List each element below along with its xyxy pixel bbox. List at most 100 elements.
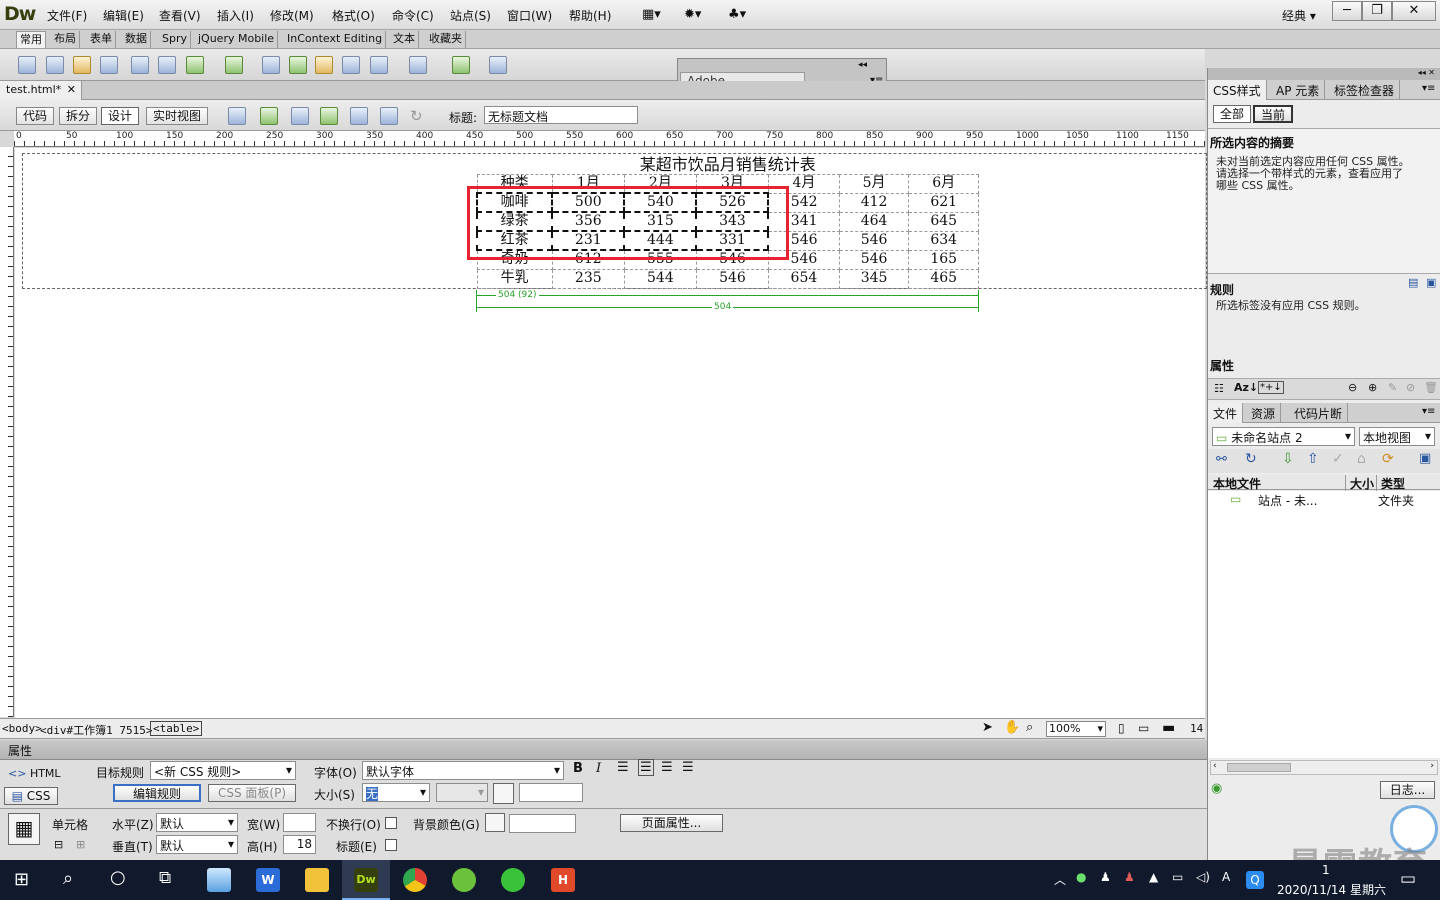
- hyperlink-icon[interactable]: [18, 56, 36, 74]
- sync-icon[interactable]: ⟳: [1382, 451, 1394, 467]
- page-properties-button[interactable]: 页面属性...: [620, 814, 723, 832]
- tab-text[interactable]: 文本: [390, 31, 419, 48]
- doc-tab-test[interactable]: test.html* ✕: [0, 81, 82, 100]
- head-icon[interactable]: [370, 56, 388, 74]
- split-cell-icon[interactable]: ⊞: [76, 838, 85, 851]
- network-icon[interactable]: ▭: [1172, 870, 1183, 884]
- cortana-icon[interactable]: ○: [110, 867, 126, 888]
- clock-date[interactable]: 2020/11/14 星期六: [1277, 881, 1386, 898]
- live-view-button[interactable]: 实时视图: [146, 107, 209, 125]
- tag-div[interactable]: <div#工作簿1 7515>: [40, 722, 152, 738]
- tray-chevron-icon[interactable]: ︿: [1054, 871, 1066, 888]
- tab-assets[interactable]: 资源: [1246, 403, 1282, 423]
- search-icon[interactable]: ⌕: [63, 868, 73, 889]
- wechat-app-icon[interactable]: [501, 868, 525, 892]
- workspace-switcher[interactable]: 经典 ▾: [1282, 7, 1316, 24]
- wps-app-icon[interactable]: W: [256, 868, 280, 892]
- connect-icon[interactable]: ⚯: [1216, 452, 1227, 467]
- font-select[interactable]: 默认字体 ▾: [362, 761, 564, 780]
- bold-icon[interactable]: B: [573, 761, 583, 776]
- notepad-app-icon[interactable]: [207, 868, 231, 892]
- server-include-icon[interactable]: [315, 56, 333, 74]
- tab-common[interactable]: 常用: [16, 31, 46, 48]
- horizontal-select[interactable]: 默认 ▾: [156, 813, 238, 832]
- align-center-icon[interactable]: ☰: [638, 759, 654, 776]
- vertical-select[interactable]: 默认 ▾: [156, 835, 238, 854]
- email-link-icon[interactable]: [46, 56, 64, 74]
- log-button[interactable]: 日志...: [1380, 781, 1435, 799]
- div-icon[interactable]: [158, 56, 176, 74]
- html-mode-button[interactable]: <> HTML: [8, 767, 61, 780]
- chrome-app-icon[interactable]: [403, 868, 427, 892]
- bg-color-input[interactable]: [509, 814, 576, 833]
- widget-icon[interactable]: [262, 56, 280, 74]
- tab-forms[interactable]: 表单: [87, 31, 116, 48]
- table-cell[interactable]: 634: [908, 230, 979, 251]
- hr-icon[interactable]: [100, 56, 118, 74]
- split-view-button[interactable]: 拆分: [59, 107, 98, 125]
- title-input[interactable]: 无标题文档: [484, 106, 638, 124]
- justify-icon[interactable]: ☰: [682, 760, 694, 775]
- show-info-icon[interactable]: ▤: [1408, 276, 1418, 289]
- sort-az-icon[interactable]: Az↓: [1234, 381, 1258, 394]
- tag-table[interactable]: <table>: [150, 721, 203, 736]
- menu-help[interactable]: 帮助(H): [569, 7, 611, 24]
- table-icon[interactable]: [131, 56, 149, 74]
- all-mode-button[interactable]: 全部: [1213, 105, 1251, 123]
- code-view-button[interactable]: 代码: [16, 107, 55, 125]
- desktop-size-icon[interactable]: ▬: [1162, 720, 1175, 736]
- height-input[interactable]: 18: [283, 835, 316, 854]
- qq-browser-icon[interactable]: Q: [1246, 871, 1264, 889]
- windows-start-icon[interactable]: ⊞: [14, 869, 29, 890]
- dreamweaver-taskbar-active[interactable]: Dw: [342, 860, 390, 900]
- tab-spry[interactable]: Spry: [159, 31, 191, 48]
- tab-tag-inspector[interactable]: 标签检查器: [1329, 80, 1401, 100]
- tab-data[interactable]: 数据: [122, 31, 151, 48]
- visual-aids-icon[interactable]: [350, 107, 368, 125]
- tag-body[interactable]: <body>: [2, 722, 42, 735]
- tab-css-styles[interactable]: CSS样式: [1208, 80, 1267, 100]
- table-cell[interactable]: 645: [908, 211, 979, 232]
- col-size[interactable]: 大小: [1345, 475, 1374, 492]
- tab-layout[interactable]: 布局: [51, 31, 80, 48]
- refresh-files-icon[interactable]: ↻: [1245, 451, 1257, 467]
- watermelon-app-icon[interactable]: [452, 868, 476, 892]
- notification-tray-icon[interactable]: ▲: [1149, 870, 1158, 884]
- current-mode-button[interactable]: 当前: [1253, 105, 1293, 123]
- table-cell[interactable]: 465: [908, 268, 979, 289]
- tag-chooser-icon[interactable]: [489, 56, 507, 74]
- table-cell[interactable]: 546: [695, 268, 769, 289]
- italic-icon[interactable]: I: [596, 761, 601, 776]
- volume-icon[interactable]: ◁): [1196, 870, 1210, 884]
- table-cell[interactable]: 546: [838, 249, 910, 270]
- qq2-tray-icon[interactable]: ♟: [1124, 870, 1135, 884]
- tab-snippets[interactable]: 代码片断: [1289, 403, 1349, 423]
- close-button[interactable]: ✕: [1392, 1, 1436, 21]
- merge-cells-icon[interactable]: ⊟: [54, 838, 63, 851]
- table-cell[interactable]: 235: [551, 268, 625, 289]
- view-select[interactable]: 本地视图 ▾: [1359, 427, 1435, 446]
- table-width-label[interactable]: 504: [712, 302, 734, 312]
- text-color-swatch[interactable]: [493, 783, 514, 804]
- file-explorer-icon[interactable]: [305, 868, 329, 892]
- column-width-label[interactable]: 504 (92): [496, 290, 539, 300]
- file-transfer-icon[interactable]: [291, 107, 309, 125]
- file-row[interactable]: ▭ 站点 - 未... 文件夹: [1208, 491, 1440, 508]
- maximize-button[interactable]: ❐: [1362, 1, 1392, 21]
- tablet-size-icon[interactable]: ▭: [1138, 721, 1149, 735]
- hand-tool-icon[interactable]: ✋: [1004, 720, 1020, 735]
- disable-icon[interactable]: ⊘: [1406, 381, 1415, 394]
- multiscreen-icon[interactable]: [228, 107, 246, 125]
- tab-files[interactable]: 文件: [1208, 403, 1244, 423]
- panel-collapse-bar[interactable]: ◂◂ ✕: [1208, 68, 1440, 80]
- table-cell[interactable]: 牛乳: [476, 268, 553, 289]
- table-caption[interactable]: 某超市饮品月销售统计表: [477, 155, 979, 175]
- wechat-tray-icon[interactable]: ●: [1076, 870, 1086, 884]
- w3c-validate-icon[interactable]: [320, 107, 338, 125]
- align-right-icon[interactable]: ☰: [661, 760, 673, 775]
- menu-site[interactable]: 站点(S): [450, 7, 491, 24]
- table-cell[interactable]: 654: [767, 268, 840, 289]
- new-rule-icon[interactable]: ⊕: [1368, 381, 1377, 394]
- expand-icon[interactable]: ▣: [1419, 451, 1431, 466]
- target-rule-select[interactable]: <新 CSS 规则> ▾: [150, 761, 296, 780]
